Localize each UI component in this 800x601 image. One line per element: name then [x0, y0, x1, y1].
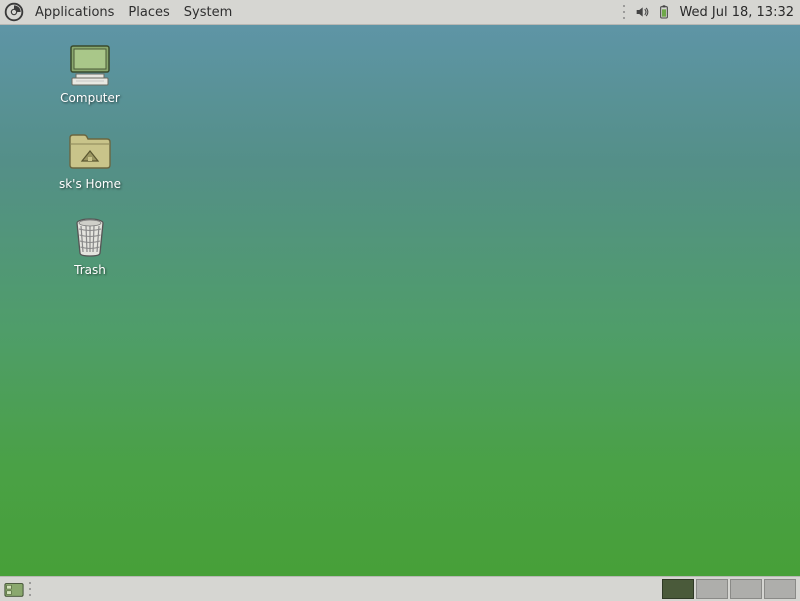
desktop-icon-computer[interactable]: Computer — [50, 43, 130, 105]
mate-logo-icon[interactable] — [3, 1, 25, 23]
workspace-4[interactable] — [764, 579, 796, 599]
top-panel: Applications Places System Wed Jul 18, 1… — [0, 0, 800, 25]
desktop-icon-trash[interactable]: Trash — [50, 215, 130, 277]
menu-bar: Applications Places System — [29, 2, 238, 23]
desktop[interactable]: Computer sk's Home — [0, 25, 800, 576]
clock[interactable]: Wed Jul 18, 13:32 — [677, 5, 796, 20]
menu-system[interactable]: System — [178, 2, 238, 23]
desktop-icon-label: Trash — [74, 263, 106, 277]
workspace-1[interactable] — [662, 579, 694, 599]
volume-icon[interactable] — [633, 3, 651, 21]
panel-tray: Wed Jul 18, 13:32 — [623, 3, 800, 21]
menu-places[interactable]: Places — [122, 2, 175, 23]
desktop-icon-label: Computer — [60, 91, 120, 105]
workspace-switcher — [662, 579, 796, 599]
panel-grip-icon — [29, 580, 35, 598]
desktop-icons: Computer sk's Home — [50, 43, 130, 277]
trash-icon — [66, 215, 114, 259]
panel-grip-icon — [623, 3, 629, 21]
menu-applications[interactable]: Applications — [29, 2, 120, 23]
desktop-icon-label: sk's Home — [59, 177, 121, 191]
workspace-2[interactable] — [696, 579, 728, 599]
home-folder-icon — [66, 129, 114, 173]
workspace-3[interactable] — [730, 579, 762, 599]
bottom-panel — [0, 576, 800, 601]
battery-icon[interactable] — [655, 3, 673, 21]
computer-icon — [66, 43, 114, 87]
show-desktop-button[interactable] — [2, 578, 26, 600]
desktop-icon-home[interactable]: sk's Home — [50, 129, 130, 191]
